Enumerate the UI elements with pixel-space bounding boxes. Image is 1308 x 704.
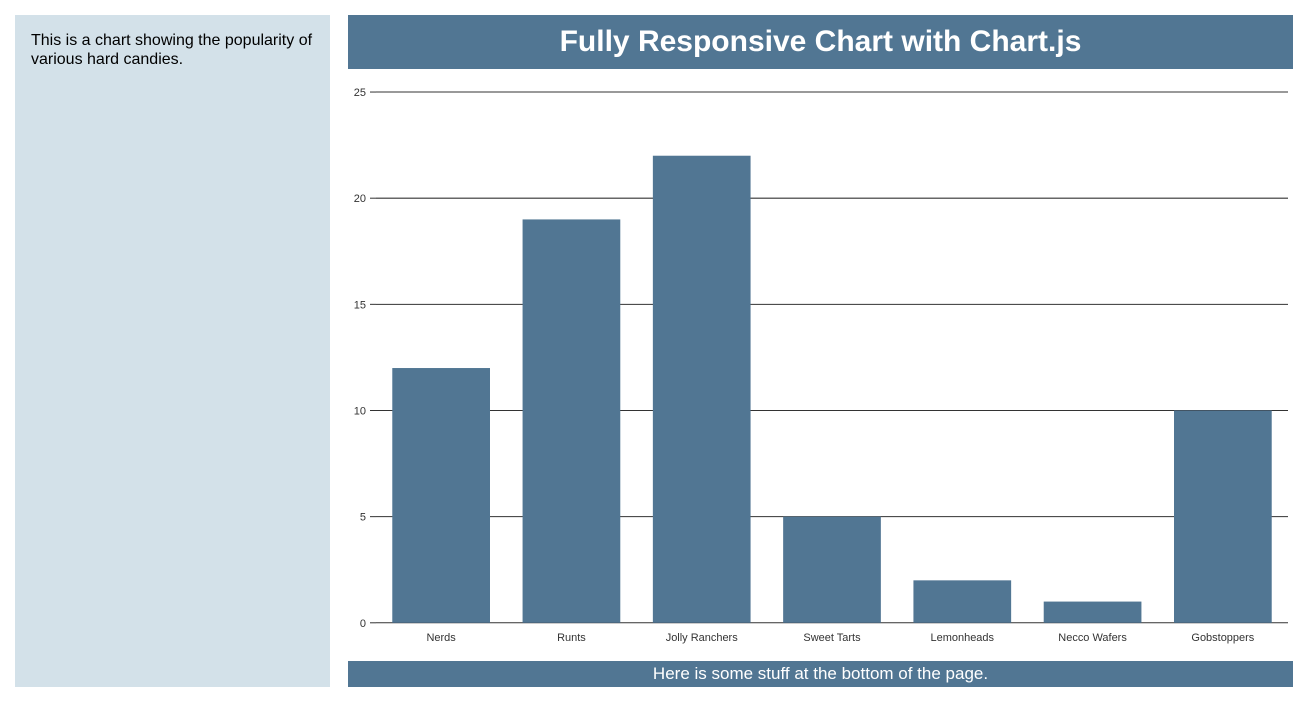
- x-tick-label: Lemonheads: [931, 632, 995, 644]
- bar-jolly-ranchers[interactable]: [653, 156, 751, 623]
- bar-runts[interactable]: [523, 219, 621, 622]
- bar-sweet-tarts[interactable]: [783, 517, 881, 623]
- sidebar: This is a chart showing the popularity o…: [15, 15, 330, 687]
- bar-chart: 0 5 10 15 20 25 Nerds Runts Jolly Ranchers Sweet …: [348, 87, 1293, 651]
- bar-gobstoppers[interactable]: [1174, 410, 1272, 622]
- x-tick-label: Necco Wafers: [1058, 632, 1127, 644]
- x-tick-label: Gobstoppers: [1191, 632, 1254, 644]
- x-tick-label: Runts: [557, 632, 586, 644]
- chart-container: 0 5 10 15 20 25 Nerds Runts Jolly Ranchers Sweet …: [348, 69, 1293, 661]
- y-tick-label: 15: [354, 299, 366, 311]
- x-tick-label: Nerds: [426, 632, 456, 644]
- footer-text: Here is some stuff at the bottom of the …: [348, 661, 1293, 687]
- main-content: Fully Responsive Chart with Chart.js 0 5 1…: [348, 15, 1293, 687]
- y-tick-label: 20: [354, 193, 366, 205]
- y-tick-label: 0: [360, 618, 366, 630]
- y-tick-label: 10: [354, 405, 366, 417]
- bar-necco-wafers[interactable]: [1044, 602, 1142, 623]
- y-tick-label: 25: [354, 87, 366, 99]
- page-title: Fully Responsive Chart with Chart.js: [348, 15, 1293, 69]
- y-tick-label: 5: [360, 512, 366, 524]
- bar-nerds[interactable]: [392, 368, 490, 623]
- x-tick-label: Jolly Ranchers: [666, 632, 738, 644]
- x-tick-label: Sweet Tarts: [803, 632, 861, 644]
- bar-lemonheads[interactable]: [913, 580, 1011, 622]
- sidebar-description: This is a chart showing the popularity o…: [31, 31, 314, 69]
